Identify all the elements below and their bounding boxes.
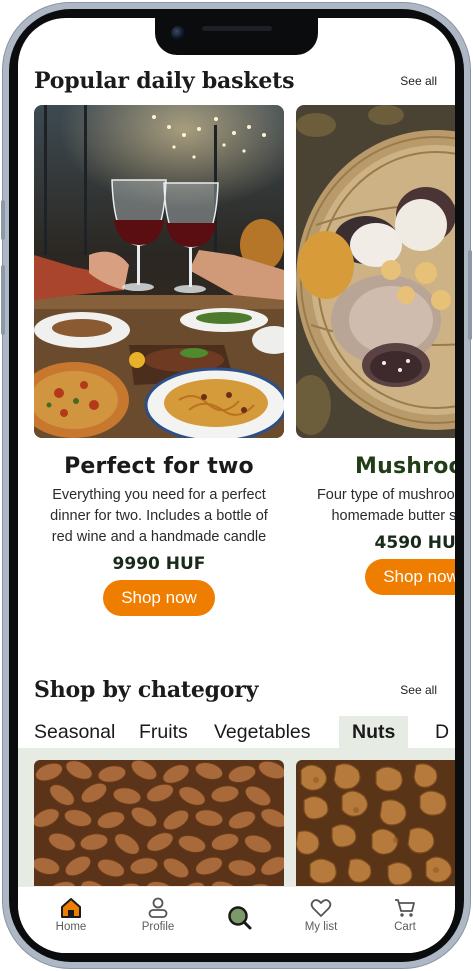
tab-my-list[interactable]: My list xyxy=(281,897,361,933)
profile-icon xyxy=(148,897,168,918)
search-icon xyxy=(228,906,252,930)
popular-see-all-link[interactable]: See all xyxy=(400,74,437,88)
speaker xyxy=(201,26,272,31)
tab-d[interactable]: D xyxy=(435,716,449,748)
tab-profile[interactable]: Profile xyxy=(118,897,198,933)
basket-price: 9990 HUF xyxy=(112,554,206,574)
category-tabs: Seasonal Fruits Vegetables Nuts D xyxy=(18,716,455,748)
basket-price: 4590 HUF xyxy=(374,533,455,553)
tab-my-list-label: My list xyxy=(304,921,338,933)
bottom-tab-bar: Home Profile My list Cart xyxy=(18,886,455,953)
category-see-all-link[interactable]: See all xyxy=(400,683,437,697)
category-image-walnuts[interactable] xyxy=(296,760,455,900)
side-button-right xyxy=(468,250,472,340)
notch xyxy=(155,18,318,55)
basket-image-mushrooms xyxy=(296,105,455,438)
shop-now-button[interactable]: Shop now xyxy=(103,580,215,616)
basket-description: Everything you need for a perfect dinner… xyxy=(50,487,268,545)
app-screen: Popular daily baskets See all Perfect fo… xyxy=(18,18,455,953)
basket-card-perfect-for-two[interactable]: Perfect for two Everything you need for … xyxy=(34,105,284,616)
tab-cart-label: Cart xyxy=(394,921,416,933)
tab-home[interactable]: Home xyxy=(31,897,111,933)
tab-seasonal[interactable]: Seasonal xyxy=(34,716,115,748)
category-image-almonds[interactable] xyxy=(34,760,284,900)
basket-title: Perfect for two xyxy=(64,454,254,479)
side-button-left-1 xyxy=(1,200,5,240)
side-button-left-2 xyxy=(1,265,5,335)
tab-fruits[interactable]: Fruits xyxy=(139,716,188,748)
popular-section-title: Popular daily baskets xyxy=(34,68,295,94)
tab-home-label: Home xyxy=(55,921,87,933)
tab-vegetables[interactable]: Vegetables xyxy=(214,716,311,748)
tab-profile-label: Profile xyxy=(141,921,175,933)
basket-carousel[interactable]: Perfect for two Everything you need for … xyxy=(34,105,455,625)
tab-cart[interactable]: Cart xyxy=(365,897,445,933)
basket-title: Mushroom xyxy=(355,454,455,479)
shop-now-button[interactable]: Shop now xyxy=(365,559,455,595)
cart-icon xyxy=(395,899,415,917)
tab-search[interactable] xyxy=(200,905,280,933)
basket-card-mushroom[interactable]: Mushroom Four type of mushroom and homem… xyxy=(296,105,455,595)
heart-icon xyxy=(310,899,332,917)
basket-image-wine-dinner xyxy=(34,105,284,438)
tab-nuts[interactable]: Nuts xyxy=(339,716,409,748)
camera xyxy=(171,26,185,40)
home-icon xyxy=(61,898,81,918)
category-section-title: Shop by chategory xyxy=(34,677,259,703)
basket-description: Four type of mushroom and homemade butte… xyxy=(316,487,455,524)
